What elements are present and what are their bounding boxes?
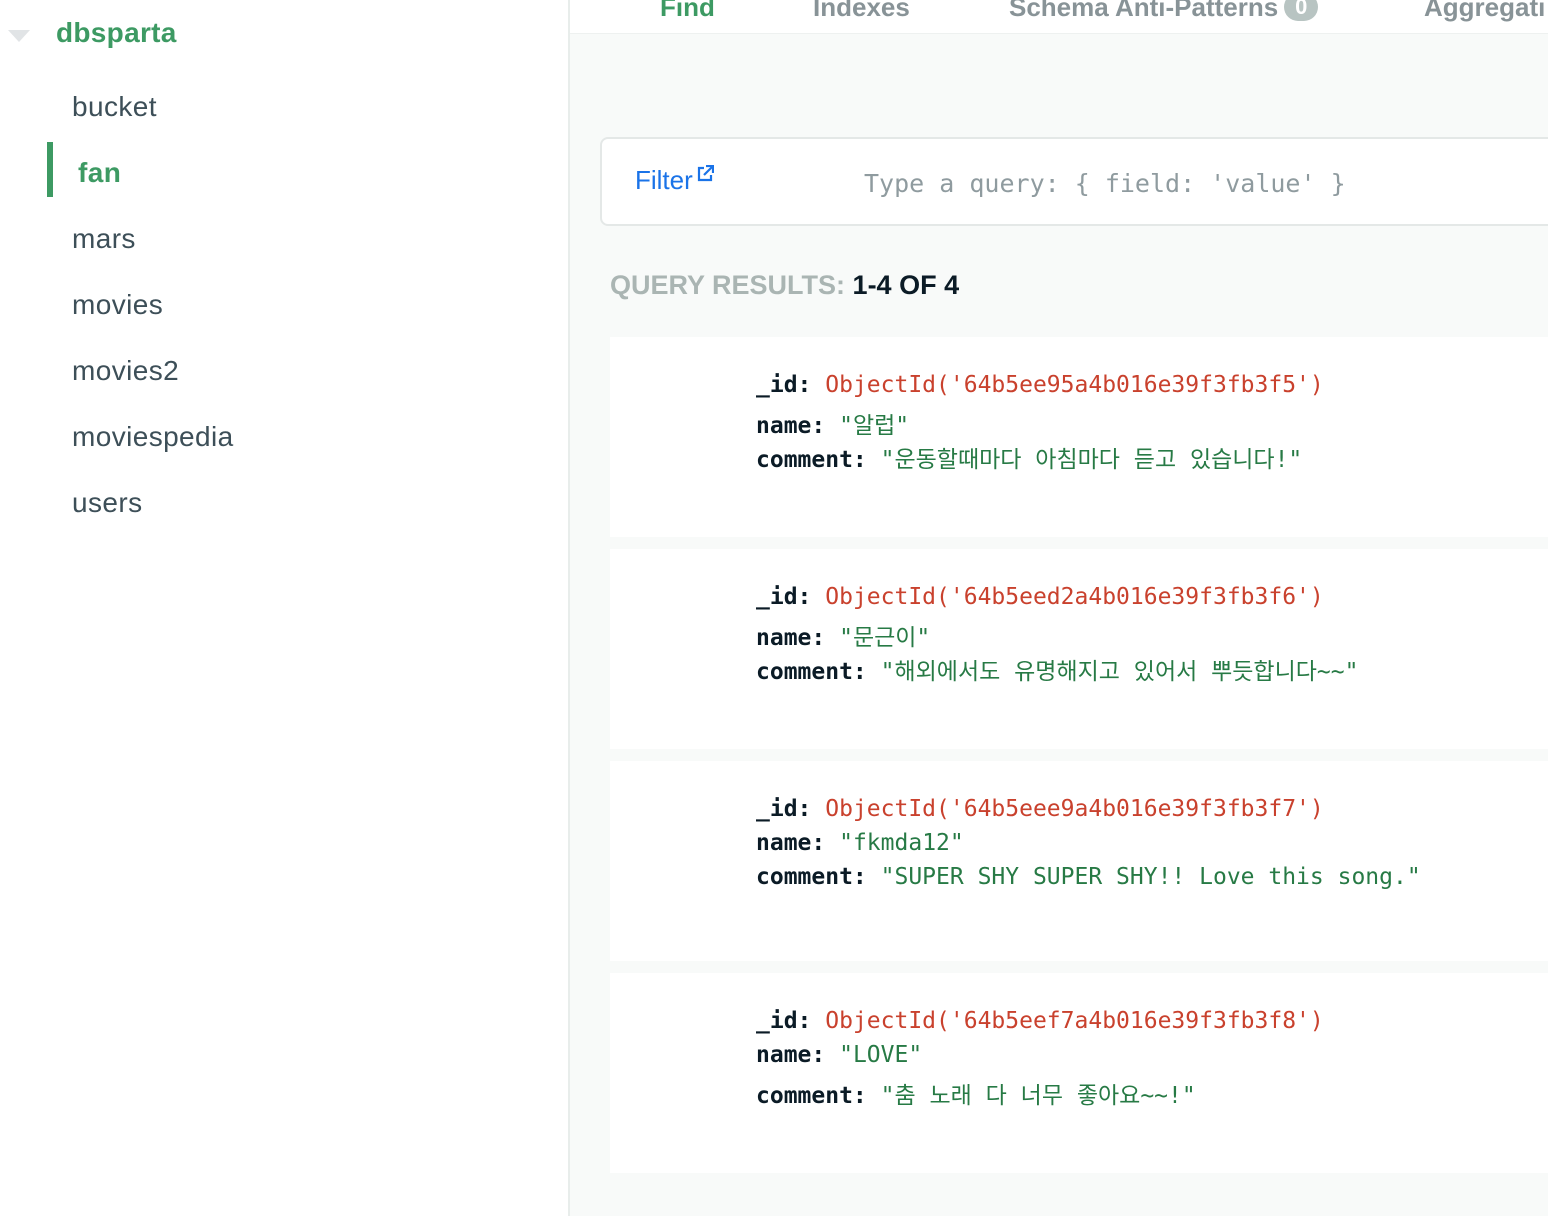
document-card[interactable]: _id: ObjectId('64b5eef7a4b016e39f3fb3f8'… <box>610 973 1548 1173</box>
field-value: ObjectId('64b5eef7a4b016e39f3fb3f8') <box>825 1008 1324 1034</box>
tab-schema-anti-patterns[interactable]: Schema Anti-Patterns 0 <box>1009 0 1319 23</box>
sidebar-item-bucket[interactable]: bucket <box>0 76 568 142</box>
query-results-header: QUERY RESULTS: 1-4 OF 4 <box>610 270 959 301</box>
sidebar-item-fan[interactable]: fan <box>0 142 568 208</box>
doc-name-line: name: "fkmda12" <box>756 830 964 856</box>
field-value: "SUPER SHY SUPER SHY!! Love this song." <box>880 864 1421 890</box>
doc-name-line: name: "알럽" <box>756 406 909 440</box>
tab-aggregation[interactable]: Aggregati <box>1424 0 1545 23</box>
collection-label: users <box>72 487 143 518</box>
field-value: ObjectId('64b5ee95a4b016e39f3fb3f5') <box>825 372 1324 398</box>
field-key: _id: <box>756 372 812 398</box>
field-value: "해외에서도 유명해지고 있어서 뿌듯합니다~~" <box>880 659 1359 685</box>
doc-comment-line: comment: "SUPER SHY SUPER SHY!! Love thi… <box>756 864 1421 890</box>
doc-id-line: _id: ObjectId('64b5eed2a4b016e39f3fb3f6'… <box>756 584 1324 610</box>
doc-name-line: name: "LOVE" <box>756 1042 922 1068</box>
sidebar-item-movies[interactable]: movies <box>0 274 568 340</box>
field-value: ObjectId('64b5eee9a4b016e39f3fb3f7') <box>825 796 1324 822</box>
field-key: name: <box>756 413 826 439</box>
collection-label: movies <box>72 289 164 320</box>
results-range: 1-4 OF 4 <box>852 270 960 300</box>
doc-name-line: name: "문근이" <box>756 618 930 652</box>
field-key: _id: <box>756 584 812 610</box>
field-key: name: <box>756 830 826 856</box>
field-value: ObjectId('64b5eed2a4b016e39f3fb3f6') <box>825 584 1324 610</box>
collection-list: bucket fan mars movies movies2 moviesped… <box>0 76 568 538</box>
database-name: dbsparta <box>56 17 177 48</box>
tab-indexes[interactable]: Indexes <box>813 0 910 23</box>
active-indicator <box>47 142 53 197</box>
sidebar-item-movies2[interactable]: movies2 <box>0 340 568 406</box>
collection-label: mars <box>72 223 136 254</box>
document-card[interactable]: _id: ObjectId('64b5eed2a4b016e39f3fb3f6'… <box>610 549 1548 749</box>
doc-id-line: _id: ObjectId('64b5ee95a4b016e39f3fb3f5'… <box>756 372 1324 398</box>
field-key: _id: <box>756 796 812 822</box>
sidebar-item-moviespedia[interactable]: moviespedia <box>0 406 568 472</box>
filter-query-input[interactable] <box>862 157 1546 209</box>
doc-id-line: _id: ObjectId('64b5eef7a4b016e39f3fb3f8'… <box>756 1008 1324 1034</box>
collection-label: bucket <box>72 91 157 122</box>
collection-tabs: Find Indexes Schema Anti-Patterns 0 Aggre… <box>570 0 1548 34</box>
field-key: comment: <box>756 447 867 473</box>
field-value: "문근이" <box>839 625 931 651</box>
doc-comment-line: comment: "해외에서도 유명해지고 있어서 뿌듯합니다~~" <box>756 652 1358 686</box>
filter-link[interactable]: Filter <box>635 165 714 196</box>
filter-bar: Filter <box>600 137 1548 226</box>
field-key: _id: <box>756 1008 812 1034</box>
field-value: "LOVE" <box>839 1042 923 1068</box>
field-key: comment: <box>756 659 867 685</box>
tab-label: Schema Anti-Patterns <box>1009 0 1279 22</box>
document-card[interactable]: _id: ObjectId('64b5eee9a4b016e39f3fb3f7'… <box>610 761 1548 961</box>
count-badge: 0 <box>1284 0 1319 21</box>
results-label: QUERY RESULTS: <box>610 270 846 300</box>
field-value: "fkmda12" <box>839 830 964 856</box>
document-card[interactable]: _id: ObjectId('64b5ee95a4b016e39f3fb3f5'… <box>610 337 1548 537</box>
field-value: "운동할때마다 아침마다 듣고 있습니다!" <box>880 447 1303 473</box>
database-tree-item[interactable]: dbsparta <box>0 0 568 72</box>
doc-comment-line: comment: "운동할때마다 아침마다 듣고 있습니다!" <box>756 440 1302 474</box>
field-key: comment: <box>756 1083 867 1109</box>
external-link-icon <box>697 165 714 182</box>
collection-label: movies2 <box>72 355 180 386</box>
collection-label: moviespedia <box>72 421 234 452</box>
tab-find[interactable]: Find <box>660 0 715 23</box>
sidebar-item-mars[interactable]: mars <box>0 208 568 274</box>
collection-main-panel: Find Indexes Schema Anti-Patterns 0 Aggre… <box>570 0 1548 1216</box>
field-key: name: <box>756 1042 826 1068</box>
sidebar-item-users[interactable]: users <box>0 472 568 538</box>
field-value: "알럽" <box>839 413 910 439</box>
field-value: "춤 노래 다 너무 좋아요~~!" <box>880 1083 1196 1109</box>
caret-down-icon[interactable] <box>8 30 30 42</box>
collection-label: fan <box>78 157 122 188</box>
field-key: comment: <box>756 864 867 890</box>
doc-comment-line: comment: "춤 노래 다 너무 좋아요~~!" <box>756 1076 1196 1110</box>
filter-label-text: Filter <box>635 165 693 195</box>
collections-sidebar: dbsparta bucket fan mars movies movies2 … <box>0 0 570 1216</box>
doc-id-line: _id: ObjectId('64b5eee9a4b016e39f3fb3f7'… <box>756 796 1324 822</box>
field-key: name: <box>756 625 826 651</box>
